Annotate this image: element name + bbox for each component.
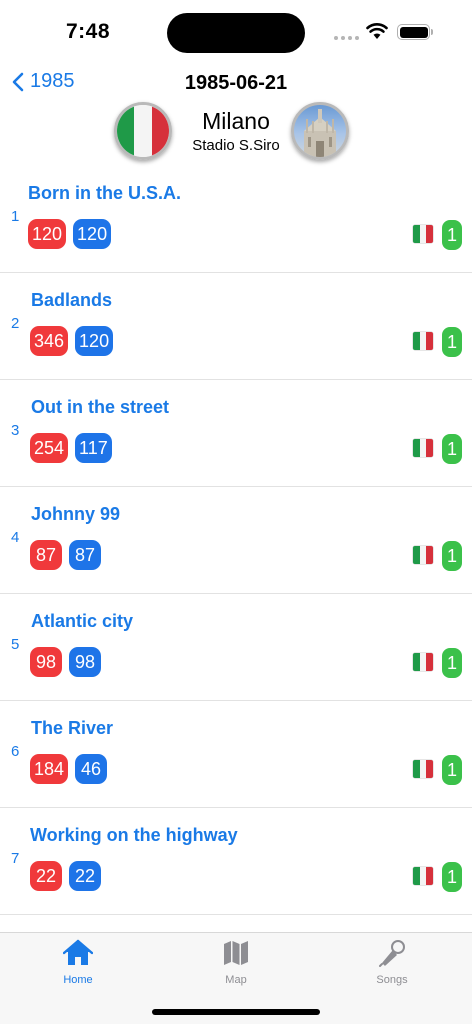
song-number: 2 [11,315,20,332]
venue-header: Milano Stadio S.Siro [0,100,472,166]
red-count-badge: 346 [30,326,69,356]
venue-city: Milano [202,108,270,134]
microphone-icon [379,940,405,967]
status-bar: 7:48 [0,0,472,64]
song-title: Born in the U.S.A. [28,183,181,203]
home-indicator [152,1009,320,1015]
tab-songs[interactable]: Songs [347,939,437,986]
tab-map-label: Map [225,974,247,986]
page-title: 1985-06-21 [184,72,288,94]
song-row[interactable]: 5 Atlantic city 98 98 1 [0,594,472,701]
song-number: 5 [11,636,20,653]
blue-count-badge: 22 [69,861,101,891]
blue-count-badge: 117 [75,433,112,463]
song-row[interactable]: 2 Badlands 346 120 1 [0,273,472,380]
blue-count-badge: 87 [69,540,101,570]
song-badges: 120 120 [28,219,112,249]
map-icon [224,941,248,965]
show-count-badge: 1 [442,648,462,678]
song-row[interactable]: 6 The River 184 46 1 [0,701,472,808]
song-title: The River [31,718,114,738]
song-row[interactable]: 3 Out in the street 254 117 1 [0,380,472,487]
song-badges: 184 46 [30,754,108,784]
red-count-badge: 120 [28,219,67,249]
italy-flag-icon [413,439,433,457]
red-count-badge: 254 [30,433,69,463]
wifi-icon [366,23,388,39]
show-count-badge: 1 [442,220,462,250]
tab-map[interactable]: Map [191,939,281,986]
italy-flag-icon [413,653,433,671]
battery-icon [397,24,433,40]
blue-count-badge: 120 [75,326,114,356]
song-badges: 346 120 [30,326,114,356]
song-title: Working on the highway [30,825,238,845]
song-badges: 87 87 [30,540,101,570]
navigation-bar: 1985 1985-06-21 [0,64,472,104]
song-number: 1 [11,208,20,225]
song-badges: 22 22 [30,861,101,891]
tab-home-label: Home [63,974,93,986]
song-badges: 98 98 [30,647,101,677]
red-count-badge: 184 [30,754,69,784]
show-count-badge: 1 [442,755,462,785]
song-title: Badlands [31,290,113,310]
show-count-badge: 1 [442,434,462,464]
song-number: 3 [11,422,20,439]
song-row[interactable]: 1 Born in the U.S.A. 120 120 1 [0,166,472,273]
song-badges: 254 117 [30,433,112,463]
italy-flag-icon [413,546,433,564]
song-number: 7 [11,850,20,867]
song-list: 1 Born in the U.S.A. 120 120 1 2 Badland… [0,166,472,915]
tab-songs-label: Songs [376,974,408,986]
show-count-badge: 1 [442,541,462,571]
show-count-badge: 1 [442,327,462,357]
italy-flag-icon [413,760,433,778]
song-title: Atlantic city [31,611,134,631]
blue-count-badge: 120 [73,219,112,249]
song-row[interactable]: 7 Working on the highway 22 22 1 [0,808,472,915]
song-title: Johnny 99 [31,504,121,524]
cathedral-photo [291,102,349,160]
red-count-badge: 87 [30,540,62,570]
song-number: 6 [11,743,20,760]
status-time: 7:48 [66,20,111,43]
blue-count-badge: 98 [69,647,101,677]
song-row[interactable]: 4 Johnny 99 87 87 1 [0,487,472,594]
dynamic-island [167,13,305,53]
show-count-badge: 1 [442,862,462,892]
song-title: Out in the street [31,397,170,417]
tab-home[interactable]: Home [33,939,123,986]
red-count-badge: 22 [30,861,62,891]
italy-flag-icon [413,867,433,885]
italy-flag-icon [413,332,433,350]
cellular-signal-icon [334,36,359,40]
song-number: 4 [11,529,20,546]
red-count-badge: 98 [30,647,62,677]
house-icon [62,939,94,965]
blue-count-badge: 46 [75,754,108,784]
italy-flag-icon [413,225,433,243]
venue-stadium: Stadio S.Siro [192,137,280,154]
